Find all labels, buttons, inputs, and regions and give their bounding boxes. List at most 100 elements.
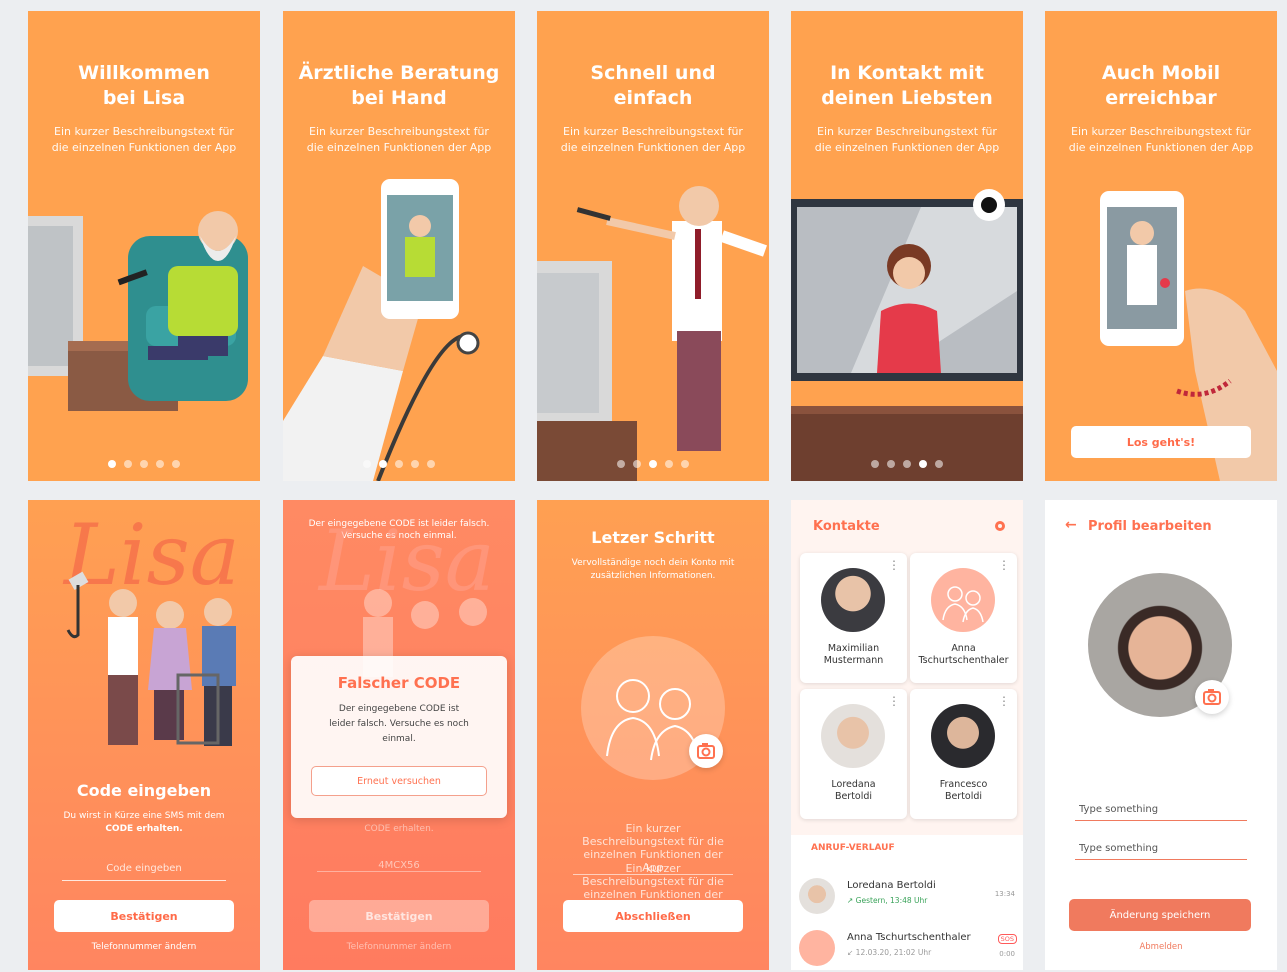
contact-card[interactable]: ⋮ Francesco Bertoldi — [910, 689, 1017, 819]
code-input[interactable] — [62, 856, 226, 881]
camera-button[interactable] — [1195, 680, 1229, 714]
code-value-faded: 4MCX56 — [317, 860, 481, 872]
contact-name: Francesco Bertoldi — [939, 779, 988, 802]
pagination-dots — [283, 460, 515, 468]
contact-card[interactable]: ⋮ Loredana Bertoldi — [800, 689, 907, 819]
code-title: Code eingeben — [76, 781, 212, 800]
contacts-grid: ⋮ Maximilian Mustermann ⋮ Anna Tschurtsche… — [791, 550, 1023, 835]
pagination-dot[interactable] — [681, 460, 689, 468]
pagination-dot[interactable] — [124, 460, 132, 468]
save-changes-button[interactable]: Änderung speichern — [1069, 899, 1251, 931]
code-hint: Du wirst in Kürze eine SMS mit dem CODE e… — [63, 811, 225, 834]
retry-button[interactable]: Erneut versuchen — [311, 766, 487, 796]
sos-badge: SOS — [997, 934, 1017, 944]
more-options-icon[interactable]: ⋮ — [998, 695, 1010, 707]
pagination-dot[interactable] — [363, 460, 371, 468]
illustration-family-selfie — [66, 571, 236, 746]
call-time: 13:34 — [994, 890, 1015, 898]
code-hint-faded: CODE erhalten. — [364, 824, 434, 834]
onboarding-screen-2: Ärztliche Beratung bei Hand Ein kurzer Be… — [283, 11, 515, 481]
logout-link[interactable]: Abmelden — [1045, 942, 1277, 952]
last-step-screen: Letzer Schritt Vervollständige noch dein… — [537, 500, 769, 970]
last-step-title: Letzer Schritt — [591, 528, 715, 547]
camera-button[interactable] — [689, 734, 723, 768]
pagination-dot[interactable] — [665, 460, 673, 468]
camera-icon — [1203, 689, 1221, 705]
error-modal: Falscher CODE Der eingegebene CODE ist le… — [291, 656, 507, 818]
call-duration: 0:00 — [999, 950, 1015, 958]
pagination-dots — [791, 460, 1023, 468]
illustration-hand-phone — [1100, 191, 1277, 481]
pagination-dot[interactable] — [379, 460, 387, 468]
pagination-dot[interactable] — [903, 460, 911, 468]
onboarding-screen-5: Auch Mobil erreichbar Ein kurzer Beschrei… — [1045, 11, 1277, 481]
last-step-description: Vervollständige noch dein Konto mit zusät… — [571, 558, 735, 581]
more-options-icon[interactable]: ⋮ — [888, 695, 900, 707]
confirm-button[interactable]: Bestätigen — [54, 900, 234, 932]
profile-title: Profil bearbeiten — [1088, 519, 1212, 534]
modal-message: Der eingegebene CODE ist leider falsch. V… — [329, 704, 469, 744]
avatar-placeholder — [799, 930, 835, 966]
avatar — [821, 704, 885, 768]
pagination-dot[interactable] — [935, 460, 943, 468]
pagination-dot[interactable] — [156, 460, 164, 468]
camera-icon — [697, 743, 715, 759]
pagination-dot[interactable] — [649, 460, 657, 468]
pagination-dot[interactable] — [919, 460, 927, 468]
edit-profile-screen: ← Profil bearbeiten Änderung speichern A… — [1045, 500, 1277, 970]
pagination-dot[interactable] — [411, 460, 419, 468]
back-arrow-icon[interactable]: ← — [1065, 517, 1077, 533]
contact-name: Maximilian Mustermann — [823, 643, 884, 666]
pagination-dot[interactable] — [871, 460, 879, 468]
contact-name: Loredana Bertoldi — [831, 779, 876, 802]
pagination-dot[interactable] — [172, 460, 180, 468]
illustration-doctor-phone — [283, 179, 480, 481]
onboarding-screen-1: Willkommen bei Lisa Ein kurzer Beschreibu… — [28, 11, 260, 481]
pagination-dot[interactable] — [617, 460, 625, 468]
call-meta: ↗ Gestern, 13:48 Uhr — [847, 896, 928, 905]
change-phone-link[interactable]: Telefonnummer ändern — [28, 942, 260, 952]
call-history-row[interactable]: Loredana Bertoldi ↗ Gestern, 13:48 Uhr 1… — [791, 872, 1023, 918]
pagination-dot[interactable] — [395, 460, 403, 468]
pagination-dot[interactable] — [427, 460, 435, 468]
pagination-dot[interactable] — [108, 460, 116, 468]
caller-name: Loredana Bertoldi — [847, 880, 936, 891]
call-history-header: ANRUF-VERLAUF — [811, 843, 895, 853]
gear-icon[interactable] — [993, 519, 1007, 533]
illustration-video-call — [791, 189, 1023, 481]
onboarding-screen-3: Schnell und einfach Ein kurzer Beschreibu… — [537, 11, 769, 481]
code-error-screen: Der eingegebene CODE ist leider falsch. V… — [283, 500, 515, 970]
contacts-title: Kontakte — [813, 519, 880, 534]
finish-button[interactable]: Abschließen — [563, 900, 743, 932]
profile-field-1[interactable] — [1075, 798, 1247, 821]
contact-name: Anna Tschurtschenthaler — [918, 643, 1009, 666]
contacts-header: Kontakte — [791, 500, 1023, 550]
pagination-dot[interactable] — [887, 460, 895, 468]
modal-title: Falscher CODE — [337, 674, 461, 692]
illustration-grandpa-standing — [537, 186, 767, 481]
contact-card[interactable]: ⋮ Maximilian Mustermann — [800, 553, 907, 683]
pagination-dots — [28, 460, 260, 468]
pagination-dot[interactable] — [633, 460, 641, 468]
avatar-placeholder — [931, 568, 995, 632]
change-phone-link-faded: Telefonnummer ändern — [346, 942, 452, 952]
contacts-screen: Kontakte ⋮ Maximilian Mustermann ⋮ Anna Ts… — [791, 500, 1023, 970]
couple-icon — [942, 586, 984, 623]
profile-field-2[interactable] — [1075, 837, 1247, 860]
pagination-dots — [537, 460, 769, 468]
pagination-dot[interactable] — [140, 460, 148, 468]
avatar — [799, 878, 835, 914]
more-options-icon[interactable]: ⋮ — [888, 559, 900, 571]
confirm-button-disabled: Bestätigen — [309, 900, 489, 932]
avatar — [821, 568, 885, 632]
call-meta: ↙ 12.03.20, 21:02 Uhr — [847, 948, 932, 957]
lets-go-button[interactable]: Los geht's! — [1071, 426, 1251, 458]
contact-card[interactable]: ⋮ Anna Tschurtschenthaler — [910, 553, 1017, 683]
code-entry-screen: Lisa Code eingeben Du wirst in Kürze ein… — [28, 500, 260, 970]
avatar — [931, 704, 995, 768]
more-options-icon[interactable]: ⋮ — [998, 559, 1010, 571]
caller-name: Anna Tschurtschenthaler — [847, 932, 971, 943]
call-history-row[interactable]: Anna Tschurtschenthaler ↙ 12.03.20, 21:0… — [791, 924, 1023, 970]
illustration-grandpa-sofa — [28, 211, 248, 411]
onboarding-screen-4: In Kontakt mit deinen Liebsten Ein kurzer… — [791, 11, 1023, 481]
